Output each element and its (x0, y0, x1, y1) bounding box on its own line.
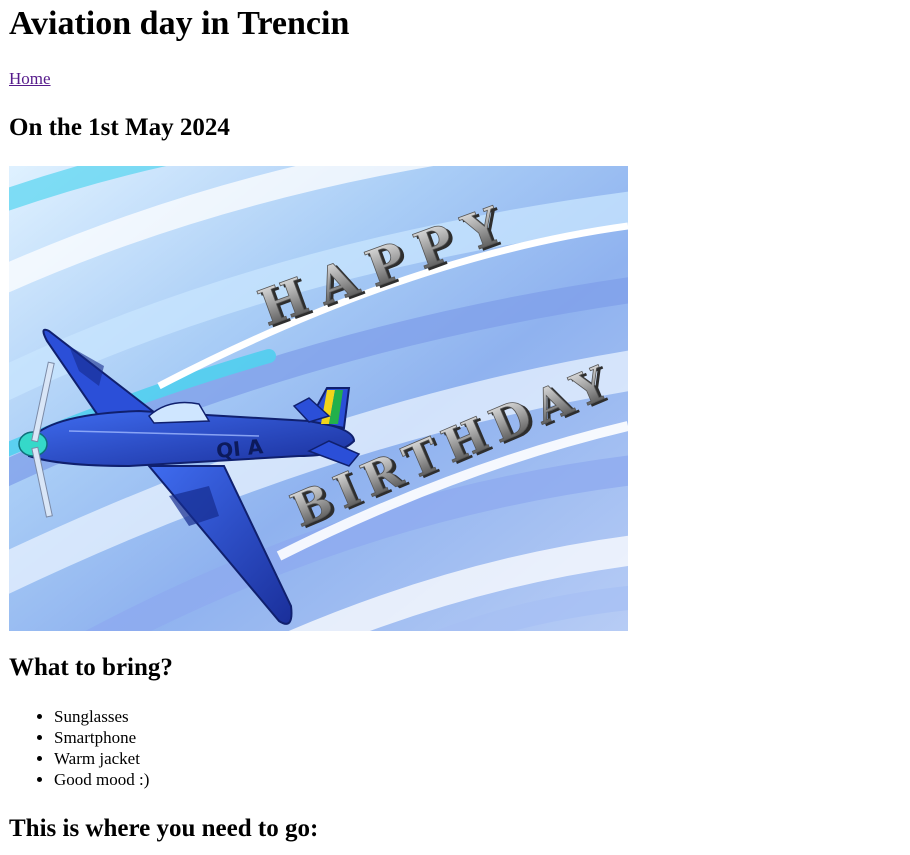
list-item: Smartphone (54, 727, 149, 748)
page-title: Aviation day in Trencin (9, 5, 350, 42)
list-item: Warm jacket (54, 748, 149, 769)
list-item: Good mood :) (54, 769, 149, 790)
svg-text:QI A: QI A (215, 434, 265, 463)
directions-heading: This is where you need to go: (9, 815, 319, 842)
bring-list: Sunglasses Smartphone Warm jacket Good m… (9, 706, 149, 790)
happy-birthday-airplane-image: HAPPY HAPPY BIRTHDAY BIRTHDAY QI A (9, 166, 628, 631)
home-link[interactable]: Home (9, 69, 51, 89)
hero-illustration: HAPPY HAPPY BIRTHDAY BIRTHDAY QI A (9, 166, 628, 631)
event-date-heading: On the 1st May 2024 (9, 114, 230, 141)
what-to-bring-heading: What to bring? (9, 654, 173, 681)
list-item: Sunglasses (54, 706, 149, 727)
